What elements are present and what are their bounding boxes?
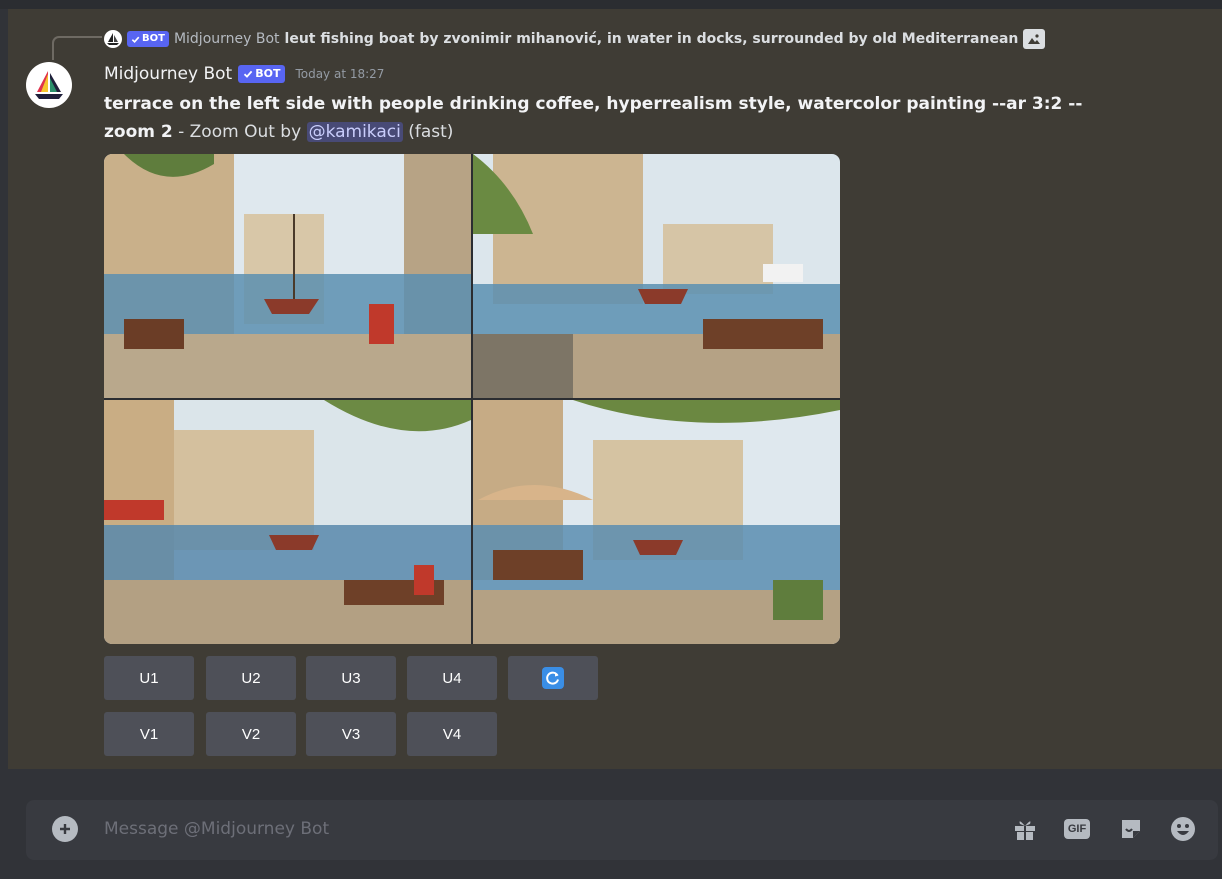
- plus-icon: [60, 824, 70, 834]
- top-strip: [0, 0, 1222, 9]
- reply-reference[interactable]: BOT Midjourney Bot leut fishing boat by …: [104, 28, 1046, 50]
- bot-badge: BOT: [238, 65, 286, 83]
- check-icon: [244, 70, 253, 78]
- message-content: terrace on the left side with people dri…: [104, 90, 1164, 146]
- prompt-text-line2: zoom 2: [104, 122, 173, 142]
- image-tile-4[interactable]: [473, 400, 840, 644]
- reply-text[interactable]: leut fishing boat by zvonimir mihanović,…: [285, 31, 1019, 47]
- timestamp[interactable]: Today at 18:27: [295, 67, 384, 81]
- reply-username[interactable]: Midjourney Bot: [174, 31, 280, 47]
- upscale-3-button[interactable]: U3: [306, 656, 396, 700]
- upscale-1-button[interactable]: U1: [104, 656, 194, 700]
- image-tile-1[interactable]: [104, 154, 471, 398]
- emoji-icon[interactable]: [1168, 814, 1198, 844]
- reply-connector: [52, 36, 102, 60]
- image-grid[interactable]: [104, 154, 840, 644]
- user-mention[interactable]: @kamikaci: [306, 122, 403, 142]
- bot-badge-label: BOT: [255, 67, 281, 80]
- bot-badge: BOT: [127, 31, 169, 47]
- check-icon: [131, 36, 140, 43]
- prompt-text-line1: terrace on the left side with people dri…: [104, 94, 1083, 114]
- attach-button[interactable]: [52, 816, 78, 842]
- upscale-2-button[interactable]: U2: [206, 656, 296, 700]
- avatar[interactable]: [26, 62, 72, 108]
- upscale-4-button[interactable]: U4: [407, 656, 497, 700]
- speed-label: (fast): [402, 122, 454, 142]
- message-input[interactable]: [104, 816, 904, 842]
- image-tile-2[interactable]: [473, 154, 840, 398]
- zoom-out-label: - Zoom Out by: [172, 122, 307, 142]
- reroll-button[interactable]: [508, 656, 598, 700]
- image-tile-3[interactable]: [104, 400, 471, 644]
- image-icon: [1023, 29, 1046, 49]
- sailboat-icon: [107, 33, 119, 45]
- variation-2-button[interactable]: V2: [206, 712, 296, 756]
- reply-avatar[interactable]: [104, 30, 122, 48]
- gif-icon[interactable]: GIF: [1062, 814, 1092, 844]
- variation-4-button[interactable]: V4: [407, 712, 497, 756]
- midjourney-logo-icon: [35, 71, 63, 99]
- refresh-icon: [542, 667, 564, 689]
- gif-label: GIF: [1063, 819, 1091, 839]
- gift-icon[interactable]: [1010, 814, 1040, 844]
- message-header: Midjourney Bot BOT Today at 18:27: [104, 62, 384, 86]
- variation-3-button[interactable]: V3: [306, 712, 396, 756]
- message-username[interactable]: Midjourney Bot: [104, 64, 232, 84]
- sticker-icon[interactable]: [1116, 814, 1146, 844]
- bot-badge-label: BOT: [142, 33, 165, 44]
- variation-1-button[interactable]: V1: [104, 712, 194, 756]
